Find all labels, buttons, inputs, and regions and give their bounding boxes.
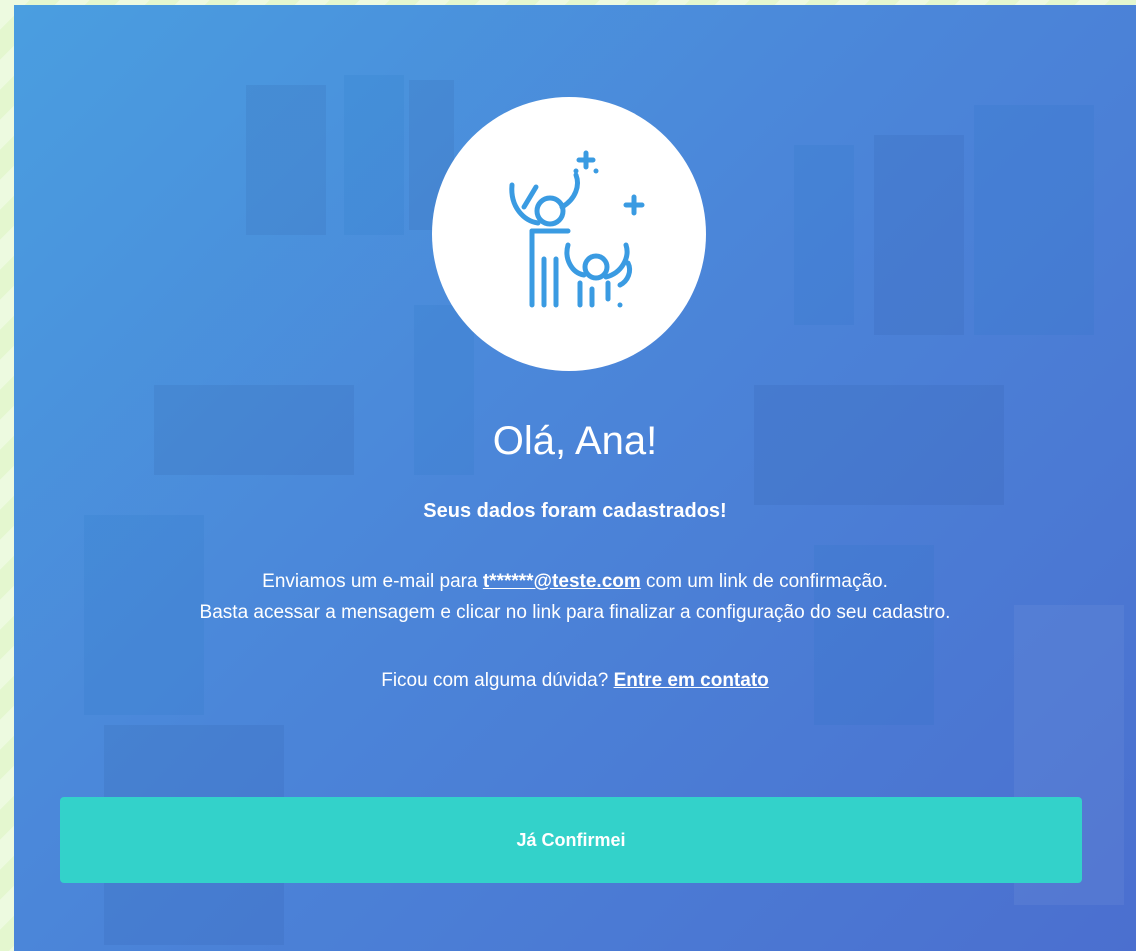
confirmation-panel: Olá, Ana! Seus dados foram cadastrados! … xyxy=(14,5,1136,951)
help-text: Ficou com alguma dúvida? Entre em contat… xyxy=(14,667,1136,695)
registration-success-subtitle: Seus dados foram cadastrados! xyxy=(423,500,727,522)
contact-link[interactable]: Entre em contato xyxy=(614,670,769,691)
email-confirmation-message: Enviamos um e-mail para t******@teste.co… xyxy=(14,566,1136,628)
celebrating-people-icon xyxy=(509,150,645,308)
message-line1-prefix: Enviamos um e-mail para xyxy=(262,571,483,592)
message-line2: Basta acessar a mensagem e clicar no lin… xyxy=(199,602,951,623)
message-line1-suffix: com um link de confirmação. xyxy=(640,571,888,592)
greeting-title: Olá, Ana! xyxy=(492,419,658,463)
celebration-avatar xyxy=(432,97,706,371)
masked-email-link[interactable]: t******@teste.com xyxy=(483,571,641,592)
help-question: Ficou com alguma dúvida? xyxy=(381,670,614,691)
already-confirmed-button[interactable]: Já Confirmei xyxy=(60,797,1082,883)
page-frame: Olá, Ana! Seus dados foram cadastrados! … xyxy=(0,0,1136,951)
